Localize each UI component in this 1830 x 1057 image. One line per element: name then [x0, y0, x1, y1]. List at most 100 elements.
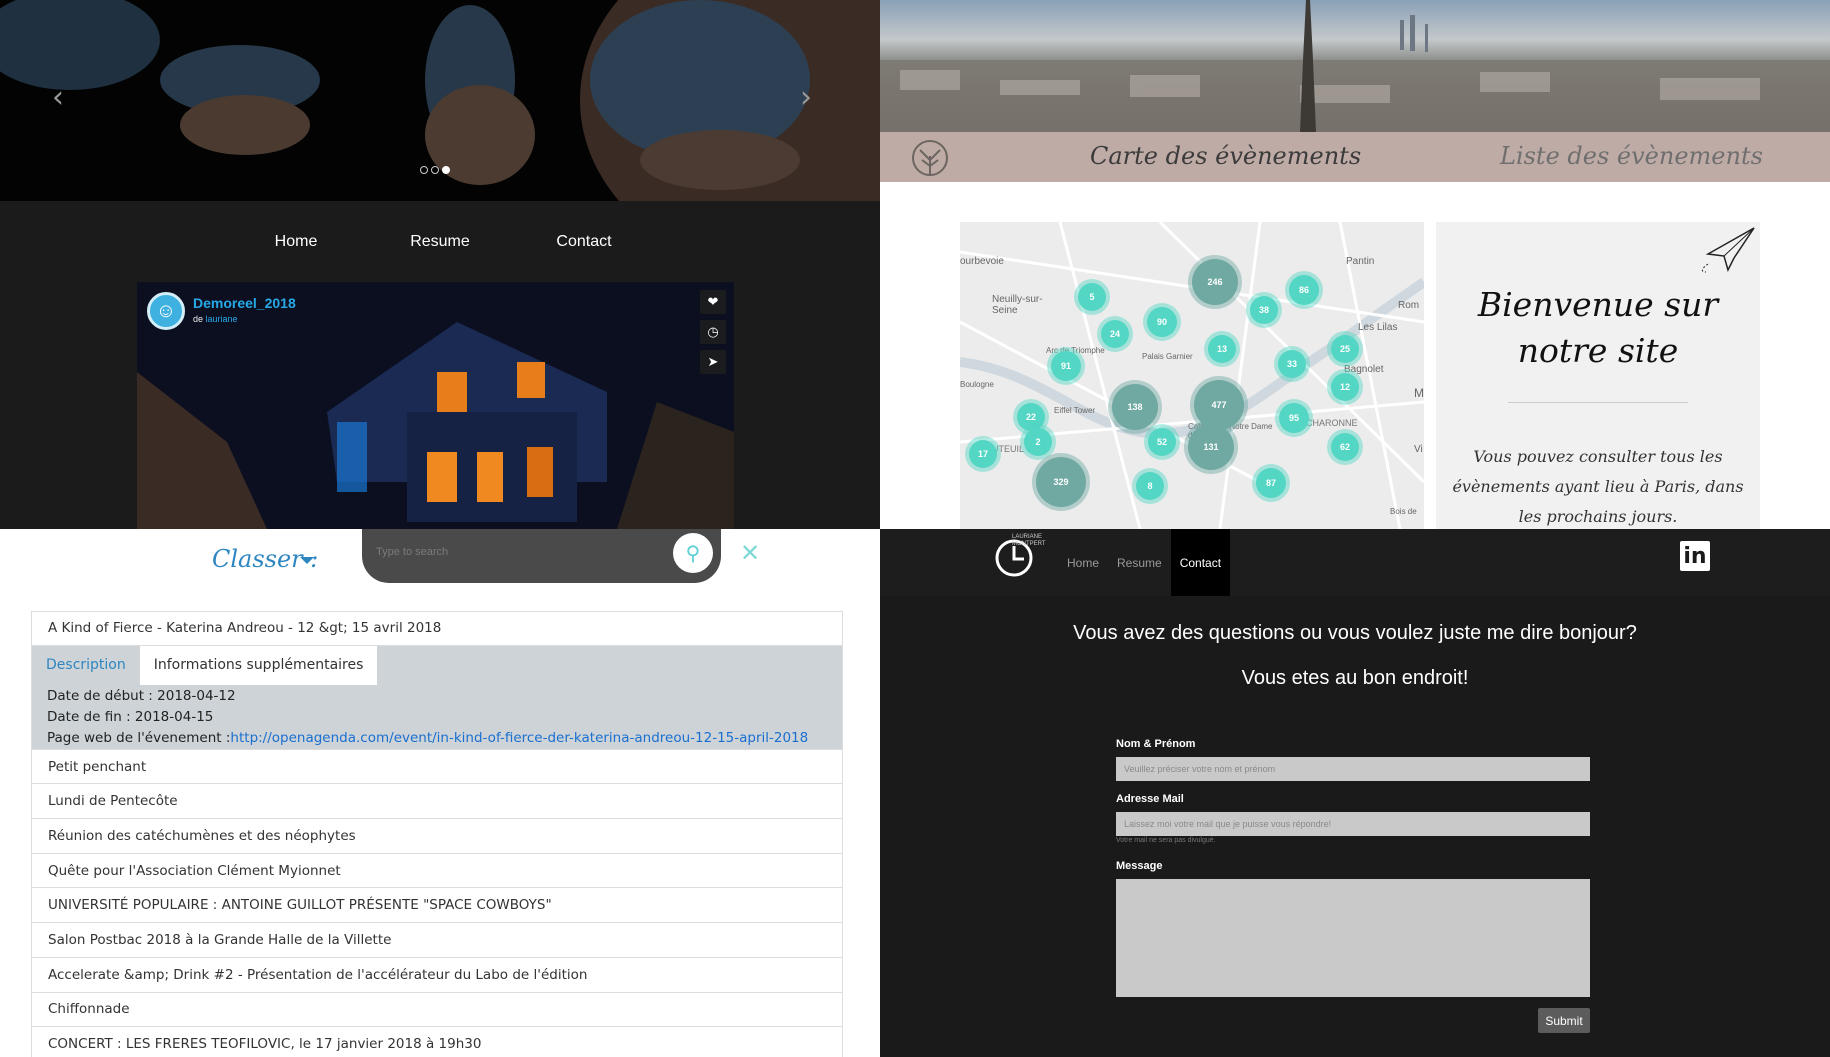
- events-list-panel: Classer : ⚲ ✕ A Kind of Fierce - Katerin…: [0, 529, 880, 1057]
- sort-dropdown-caret-icon[interactable]: [300, 557, 314, 564]
- event-cluster-marker[interactable]: 329: [1036, 457, 1086, 507]
- video-player[interactable]: ☺ Demoreel_2018 de lauriane ❤ ◷ ➤: [137, 282, 734, 529]
- welcome-title: Bienvenue sur notre site: [1477, 285, 1719, 370]
- nav-contact[interactable]: Contact: [512, 233, 656, 251]
- map-label: Vi: [1414, 444, 1423, 455]
- event-item[interactable]: Chiffonnade: [31, 992, 843, 1028]
- web-label: Page web de l'évenement :: [47, 729, 231, 746]
- portfolio-panel: ‹ › Home Resume Contact ☺ Demoreel_2018 …: [0, 0, 880, 529]
- detail-tabs: Description Informations supplémentaires: [32, 645, 378, 685]
- watch-later-clock-icon[interactable]: ◷: [700, 320, 726, 344]
- nav-resume[interactable]: Resume: [1108, 529, 1171, 596]
- event-cluster-marker[interactable]: 2: [1024, 428, 1052, 456]
- paris-skyline-banner: [880, 0, 1830, 132]
- start-date: Date de début : 2018-04-12: [47, 687, 236, 704]
- event-item[interactable]: Réunion des catéchumènes et des néophyte…: [31, 819, 843, 854]
- tab-list-events[interactable]: Liste des évènements: [1500, 142, 1763, 170]
- search-input[interactable]: [376, 541, 656, 563]
- tab-description[interactable]: Description: [32, 646, 140, 685]
- event-item[interactable]: UNIVERSITÉ POPULAIRE : ANTOINE GUILLOT P…: [31, 888, 843, 924]
- event-cluster-marker[interactable]: 5: [1078, 283, 1106, 311]
- event-cluster-marker[interactable]: 246: [1192, 259, 1238, 305]
- welcome-text: Vous pouvez consulter tous les évènement…: [1452, 447, 1744, 526]
- map-label: ourbevoie: [960, 256, 1004, 267]
- contact-heading: Vous avez des questions ou vous voulez j…: [1073, 622, 1637, 644]
- event-cluster-marker[interactable]: 22: [1017, 403, 1045, 431]
- nav-resume[interactable]: Resume: [368, 233, 512, 251]
- event-details: Description Informations supplémentaires…: [31, 645, 843, 750]
- map-label: Les Lilas: [1358, 322, 1398, 333]
- byline-prefix: de: [193, 314, 204, 324]
- video-byline: de lauriane: [193, 314, 296, 324]
- event-cluster-marker[interactable]: 25: [1331, 335, 1359, 363]
- close-icon[interactable]: ✕: [740, 539, 760, 567]
- event-cluster-marker[interactable]: 33: [1278, 350, 1306, 378]
- event-web-page: Page web de l'évenement :http://openagen…: [47, 730, 808, 746]
- event-cluster-marker[interactable]: 138: [1112, 384, 1158, 430]
- tab-more-info[interactable]: Informations supplémentaires: [139, 645, 378, 685]
- map-label: M: [1414, 386, 1424, 400]
- nav-home[interactable]: Home: [224, 233, 368, 251]
- carousel-next-arrow[interactable]: ›: [800, 80, 812, 115]
- message-field[interactable]: [1116, 879, 1590, 997]
- event-cluster-marker[interactable]: 12: [1331, 373, 1359, 401]
- map-label: Boulogne: [960, 380, 994, 389]
- contact-subheading: Vous etes au bon endroit!: [1241, 667, 1469, 689]
- event-cluster-marker[interactable]: 131: [1188, 424, 1234, 470]
- event-cluster-marker[interactable]: 17: [969, 440, 997, 468]
- main-nav: Home Resume Contact: [0, 201, 880, 283]
- map-label: Eiffel Tower: [1054, 406, 1096, 415]
- map-label: Rom: [1398, 300, 1420, 311]
- message-label: Message: [1116, 860, 1163, 872]
- image-carousel[interactable]: ‹ ›: [0, 0, 880, 201]
- email-field[interactable]: [1116, 812, 1590, 836]
- video-actions: ❤ ◷ ➤: [700, 290, 726, 374]
- event-cluster-marker[interactable]: 62: [1331, 433, 1359, 461]
- event-item[interactable]: Salon Postbac 2018 à la Grande Halle de …: [31, 923, 843, 958]
- event-cluster-marker[interactable]: 8: [1136, 472, 1164, 500]
- email-label: Adresse Mail: [1116, 793, 1184, 805]
- event-cluster-marker[interactable]: 477: [1194, 380, 1244, 430]
- event-cluster-marker[interactable]: 90: [1147, 307, 1177, 337]
- event-link[interactable]: http://openagenda.com/event/in-kind-of-f…: [230, 730, 808, 746]
- search-key-icon[interactable]: ⚲: [673, 533, 713, 573]
- tab-map-events[interactable]: Carte des évènements: [1090, 142, 1361, 170]
- event-cluster-marker[interactable]: 24: [1101, 320, 1129, 348]
- linkedin-icon[interactable]: in: [1680, 541, 1710, 571]
- name-label: Nom & Prénom: [1116, 738, 1196, 750]
- event-cluster-marker[interactable]: 13: [1208, 335, 1236, 363]
- nav-home[interactable]: Home: [1058, 529, 1108, 596]
- avatar[interactable]: ☺: [147, 292, 185, 330]
- tree-logo-icon[interactable]: [908, 136, 952, 180]
- event-item[interactable]: Quête pour l'Association Clément Myionne…: [31, 853, 843, 889]
- carousel-dot[interactable]: [420, 166, 428, 174]
- paris-events-panel: Carte des évènements Liste des évènement…: [880, 0, 1830, 529]
- submit-button[interactable]: Submit: [1538, 1008, 1590, 1033]
- share-paperplane-icon[interactable]: ➤: [700, 350, 726, 374]
- top-navbar: LAURIANE MONTPERT Home Resume Contact in: [880, 529, 1830, 596]
- event-cluster-marker[interactable]: 86: [1289, 275, 1319, 305]
- event-item[interactable]: CONCERT : LES FRERES TEOFILOVIC, le 17 j…: [31, 1027, 843, 1057]
- event-cluster-marker[interactable]: 95: [1279, 403, 1309, 433]
- like-heart-icon[interactable]: ❤: [700, 290, 726, 314]
- carousel-prev-arrow[interactable]: ‹: [52, 80, 64, 115]
- map-label: Palais Garnier: [1142, 352, 1193, 361]
- event-cluster-marker[interactable]: 87: [1256, 468, 1286, 498]
- logo-text: LAURIANE MONTPERT: [1012, 534, 1046, 547]
- events-map[interactable]: ourbevoie Neuilly-sur-Seine Pantin Les L…: [960, 222, 1424, 529]
- welcome-card: Bienvenue sur notre site Vous pouvez con…: [1436, 222, 1760, 529]
- event-item[interactable]: Accelerate &amp; Drink #2 - Présentation…: [31, 957, 843, 993]
- event-item[interactable]: Petit penchant: [31, 749, 843, 785]
- event-cluster-marker[interactable]: 91: [1051, 351, 1081, 381]
- nav-contact-active[interactable]: Contact: [1170, 529, 1231, 596]
- event-item-expanded[interactable]: A Kind of Fierce - Katerina Andreou - 12…: [31, 611, 843, 646]
- carousel-dot-active[interactable]: [442, 166, 450, 174]
- event-item[interactable]: Lundi de Pentecôte: [31, 784, 843, 820]
- video-author-link[interactable]: lauriane: [206, 314, 238, 324]
- video-title[interactable]: Demoreel_2018: [193, 295, 296, 311]
- contact-nav: Home Resume Contact: [1058, 529, 1231, 596]
- event-cluster-marker[interactable]: 38: [1250, 296, 1278, 324]
- carousel-dot[interactable]: [431, 166, 439, 174]
- name-field[interactable]: [1116, 757, 1590, 781]
- event-cluster-marker[interactable]: 52: [1148, 428, 1176, 456]
